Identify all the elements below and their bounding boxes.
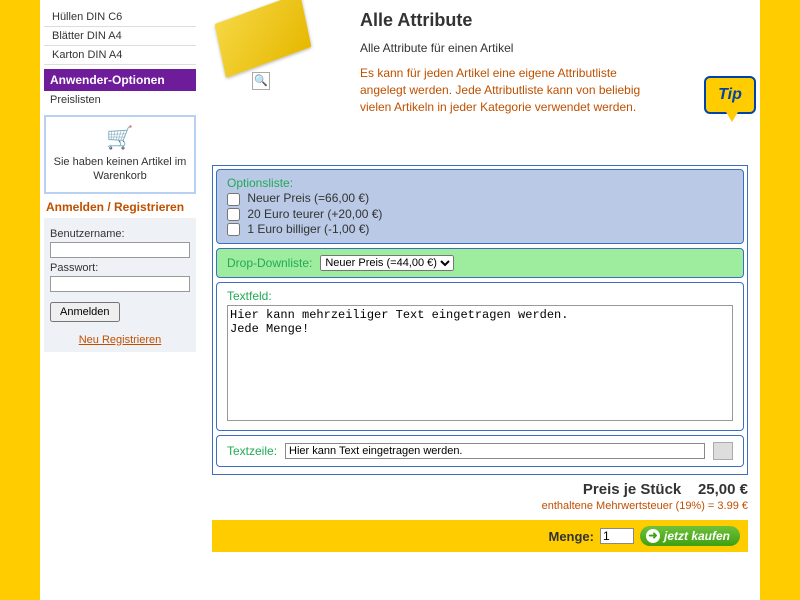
main-area: 🔍 Alle Attribute Alle Attribute für eine… bbox=[200, 0, 760, 600]
tip-badge: Tip bbox=[704, 76, 756, 114]
textarea-panel: Textfeld: bbox=[216, 282, 744, 431]
dropdown-select[interactable]: Neuer Preis (=44,00 €) bbox=[320, 255, 454, 271]
zoom-button[interactable]: 🔍 bbox=[252, 72, 270, 90]
frame-left bbox=[0, 0, 40, 600]
textarea-label: Textfeld: bbox=[227, 289, 733, 303]
textline-label: Textzeile: bbox=[227, 444, 277, 458]
option-label-1: 20 Euro teurer (+20,00 €) bbox=[247, 207, 382, 221]
textline-input[interactable] bbox=[285, 443, 705, 459]
option-label-0: Neuer Preis (=66,00 €) bbox=[247, 191, 369, 205]
page-description: Es kann für jeden Artikel eine eigene At… bbox=[360, 65, 660, 115]
login-box: Benutzername: Passwort: Anmelden Neu Reg… bbox=[44, 218, 196, 352]
buy-button[interactable]: ➜ jetzt kaufen bbox=[640, 526, 740, 546]
price-label: Preis je Stück bbox=[583, 481, 681, 498]
arrow-icon: ➜ bbox=[646, 529, 660, 543]
sidebar: Hüllen DIN C6 Blätter DIN A4 Karton DIN … bbox=[40, 0, 200, 600]
price-value: 25,00 € bbox=[698, 481, 748, 498]
qty-label: Menge: bbox=[548, 529, 594, 544]
cart-box: 🛒 Sie haben keinen Artikel im Warenkorb bbox=[44, 115, 196, 194]
textline-panel: Textzeile: bbox=[216, 435, 744, 467]
buy-bar: Menge: ➜ jetzt kaufen bbox=[212, 520, 748, 552]
option-row: 1 Euro billiger (-1,00 €) bbox=[227, 222, 733, 236]
attributes-container: Optionsliste: Neuer Preis (=66,00 €) 20 … bbox=[212, 165, 748, 475]
textarea-input[interactable] bbox=[227, 305, 733, 421]
page-subtitle: Alle Attribute für einen Artikel bbox=[360, 41, 748, 55]
product-image bbox=[218, 8, 328, 78]
page-title: Alle Attribute bbox=[360, 10, 748, 31]
option-checkbox-2[interactable] bbox=[227, 223, 240, 236]
options-panel: Optionsliste: Neuer Preis (=66,00 €) 20 … bbox=[216, 169, 744, 244]
sidebar-item-blaetter[interactable]: Blätter DIN A4 bbox=[44, 27, 196, 46]
vat-row: enthaltene Mehrwertsteuer (19%) = 3.99 € bbox=[212, 500, 748, 512]
buy-button-label: jetzt kaufen bbox=[664, 529, 730, 543]
password-input[interactable] bbox=[50, 276, 190, 292]
dropdown-panel: Drop-Downliste: Neuer Preis (=44,00 €) bbox=[216, 248, 744, 278]
textline-side-button[interactable] bbox=[713, 442, 733, 460]
login-header: Anmelden / Registrieren bbox=[44, 194, 196, 218]
option-checkbox-1[interactable] bbox=[227, 208, 240, 221]
sidebar-item-karton[interactable]: Karton DIN A4 bbox=[44, 46, 196, 65]
price-row: Preis je Stück 25,00 € bbox=[212, 481, 748, 498]
username-input[interactable] bbox=[50, 242, 190, 258]
tip-tail-icon bbox=[726, 112, 738, 122]
option-checkbox-0[interactable] bbox=[227, 193, 240, 206]
qty-input[interactable] bbox=[600, 528, 634, 544]
tip-label: Tip bbox=[718, 86, 742, 103]
dropdown-label: Drop-Downliste: bbox=[227, 256, 312, 270]
sidebar-header-anwender: Anwender-Optionen bbox=[44, 69, 196, 91]
register-link[interactable]: Neu Registrieren bbox=[50, 334, 190, 346]
pass-label: Passwort: bbox=[50, 262, 190, 274]
sidebar-item-huellen[interactable]: Hüllen DIN C6 bbox=[44, 8, 196, 27]
sidebar-item-preislisten[interactable]: Preislisten bbox=[44, 91, 196, 109]
option-row: 20 Euro teurer (+20,00 €) bbox=[227, 207, 733, 221]
login-button[interactable]: Anmelden bbox=[50, 302, 120, 322]
user-label: Benutzername: bbox=[50, 228, 190, 240]
options-label: Optionsliste: bbox=[227, 176, 733, 190]
cart-icon: 🛒 bbox=[52, 125, 188, 151]
option-label-2: 1 Euro billiger (-1,00 €) bbox=[247, 222, 369, 236]
envelope-icon bbox=[215, 0, 312, 78]
frame-right bbox=[760, 0, 800, 600]
cart-empty-text: Sie haben keinen Artikel im Warenkorb bbox=[52, 155, 188, 184]
option-row: Neuer Preis (=66,00 €) bbox=[227, 191, 733, 205]
